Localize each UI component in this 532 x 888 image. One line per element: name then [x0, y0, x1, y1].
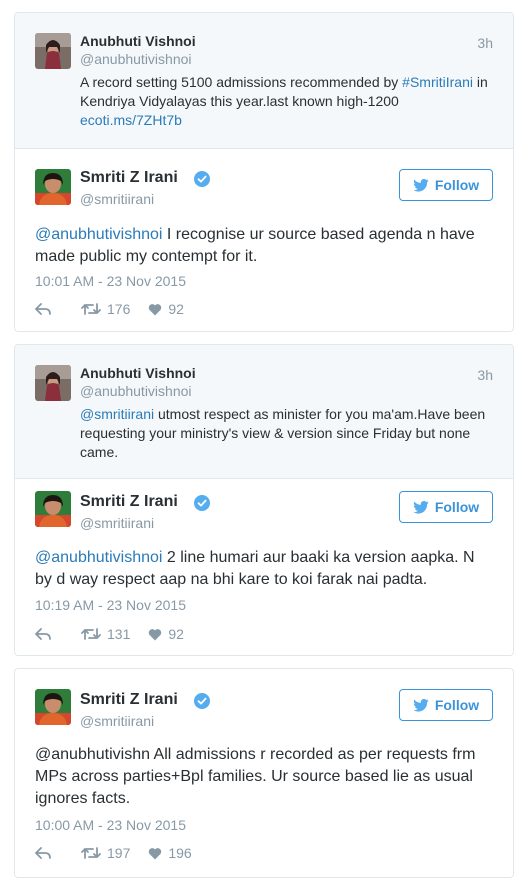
- retweet-button[interactable]: 131: [81, 626, 130, 642]
- like-button[interactable]: 92: [148, 626, 184, 642]
- reply-button[interactable]: [35, 627, 51, 641]
- retweet-icon: [81, 303, 101, 315]
- follow-label: Follow: [434, 177, 480, 193]
- reply-tweet: Smriti Z Irani @smritiirani Follow @anub…: [15, 669, 513, 877]
- reply-tweet: Smriti Z Irani @smritiirani Follow @anub…: [15, 149, 513, 331]
- follow-button[interactable]: Follow: [399, 689, 493, 721]
- author-handle[interactable]: @smritiirani: [80, 515, 154, 531]
- avatar[interactable]: [35, 491, 71, 527]
- twitter-bird-icon: [413, 500, 429, 514]
- action-bar: 131 92: [35, 626, 202, 642]
- reply-icon: [35, 303, 51, 315]
- action-bar: 176 92: [35, 301, 202, 317]
- author-name[interactable]: Smriti Z Irani: [80, 169, 178, 187]
- mention-link[interactable]: @anubhutivishnoi: [35, 226, 162, 243]
- retweet-count: 176: [107, 301, 131, 317]
- quoted-tweet[interactable]: Anubhuti Vishnoi @anubhutivishnoi 3h A r…: [15, 13, 513, 149]
- tweet-card-2: Anubhuti Vishnoi @anubhutivishnoi 3h @sm…: [14, 344, 514, 656]
- timestamp[interactable]: 3h: [477, 367, 493, 383]
- mention-link[interactable]: @smritiirani: [80, 406, 154, 422]
- tweet-date[interactable]: 10:19 AM - 23 Nov 2015: [35, 597, 186, 613]
- author-handle[interactable]: @smritiirani: [80, 713, 154, 729]
- author-handle[interactable]: @anubhutivishnoi: [80, 383, 192, 399]
- tweet-card-1: Anubhuti Vishnoi @anubhutivishnoi 3h A r…: [14, 12, 514, 332]
- reply-button[interactable]: [35, 846, 51, 860]
- tweet-card-3: Smriti Z Irani @smritiirani Follow @anub…: [14, 668, 514, 878]
- avatar[interactable]: [35, 689, 71, 725]
- author-handle[interactable]: @anubhutivishnoi: [80, 51, 192, 67]
- follow-button[interactable]: Follow: [399, 169, 493, 201]
- author-name[interactable]: Anubhuti Vishnoi: [80, 365, 196, 381]
- reply-tweet: Smriti Z Irani @smritiirani Follow @anub…: [15, 479, 513, 655]
- retweet-button[interactable]: 176: [81, 301, 130, 317]
- hashtag-link[interactable]: #SmritiIrani: [402, 74, 473, 90]
- twitter-bird-icon: [413, 698, 429, 712]
- retweet-icon: [81, 847, 101, 859]
- follow-label: Follow: [434, 499, 480, 515]
- follow-label: Follow: [434, 697, 480, 713]
- twitter-bird-icon: [413, 178, 429, 192]
- reply-icon: [35, 628, 51, 640]
- like-button[interactable]: 92: [148, 301, 184, 317]
- action-bar: 197 196: [35, 845, 210, 861]
- follow-button[interactable]: Follow: [399, 491, 493, 523]
- author-name[interactable]: Smriti Z Irani: [80, 493, 178, 511]
- text-segment: A record setting 5100 admissions recomme…: [80, 74, 403, 90]
- heart-icon: [149, 847, 162, 859]
- heart-icon: [149, 303, 162, 315]
- verified-badge-icon: [194, 495, 210, 511]
- url-link[interactable]: ecoti.ms/7ZHt7b: [80, 112, 182, 128]
- like-count: 196: [168, 845, 192, 861]
- retweet-icon: [81, 628, 101, 640]
- mention-link[interactable]: @anubhutivishnoi: [35, 549, 162, 566]
- avatar[interactable]: [35, 169, 71, 205]
- avatar[interactable]: [35, 365, 71, 401]
- tweet-date[interactable]: 10:01 AM - 23 Nov 2015: [35, 273, 186, 289]
- retweet-count: 131: [107, 626, 131, 642]
- tweet-text: @anubhutivishnoi I recognise ur source b…: [35, 224, 495, 268]
- avatar[interactable]: [35, 33, 71, 69]
- tweet-text: A record setting 5100 admissions recomme…: [80, 73, 495, 130]
- like-count: 92: [168, 301, 184, 317]
- tweet-text: @anubhutivishnoi 2 line humari aur baaki…: [35, 547, 495, 591]
- author-name[interactable]: Smriti Z Irani: [80, 691, 178, 709]
- like-count: 92: [168, 626, 184, 642]
- reply-button[interactable]: [35, 302, 51, 316]
- tweet-text: @smritiirani utmost respect as minister …: [80, 405, 495, 462]
- tweet-date[interactable]: 10:00 AM - 23 Nov 2015: [35, 817, 186, 833]
- author-handle[interactable]: @smritiirani: [80, 191, 154, 207]
- verified-badge-icon: [194, 693, 210, 709]
- author-name[interactable]: Anubhuti Vishnoi: [80, 33, 196, 49]
- tweet-text: @anubhutivishn All admissions r recorded…: [35, 746, 476, 807]
- reply-icon: [35, 847, 51, 859]
- retweet-count: 197: [107, 845, 131, 861]
- heart-icon: [149, 628, 162, 640]
- retweet-button[interactable]: 197: [81, 845, 130, 861]
- verified-badge-icon: [194, 171, 210, 187]
- timestamp[interactable]: 3h: [477, 35, 493, 51]
- quoted-tweet[interactable]: Anubhuti Vishnoi @anubhutivishnoi 3h @sm…: [15, 345, 513, 479]
- like-button[interactable]: 196: [148, 845, 192, 861]
